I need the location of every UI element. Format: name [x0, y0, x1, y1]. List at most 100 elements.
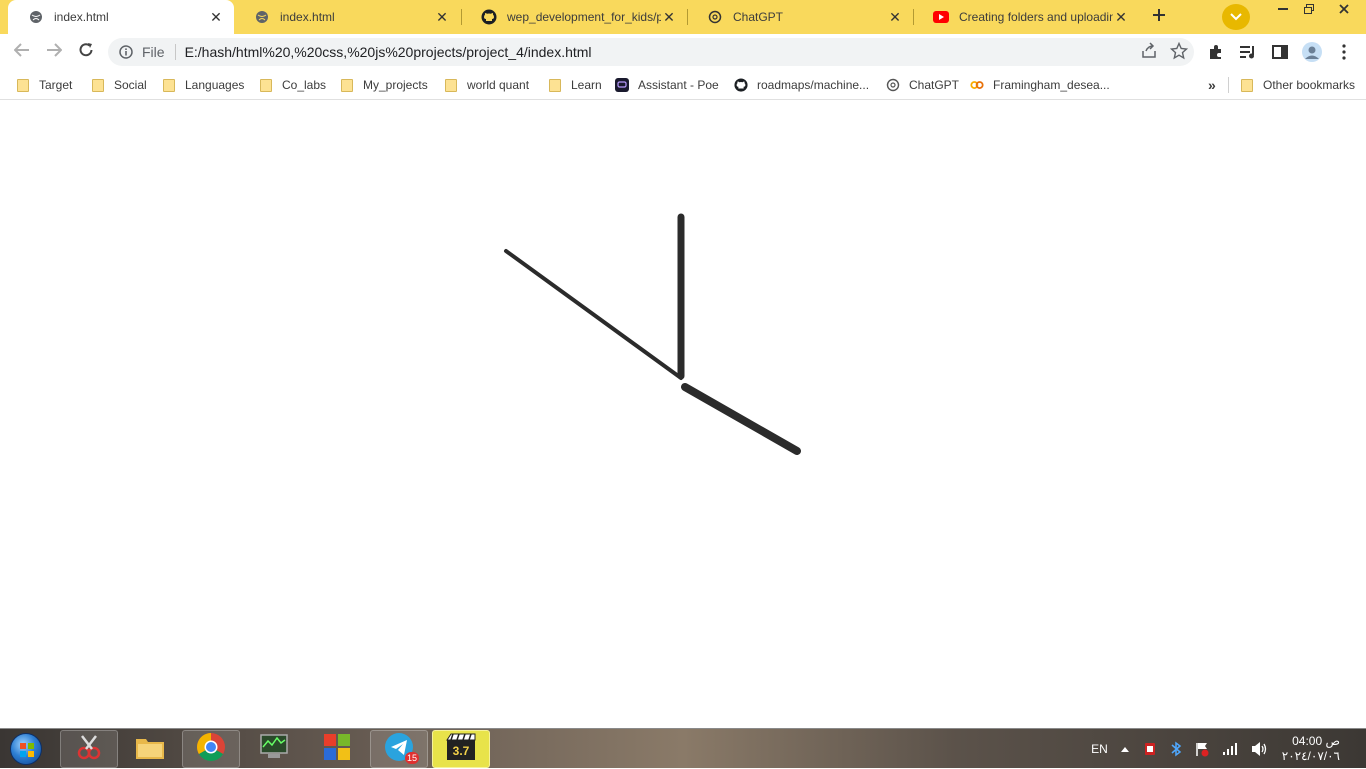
bookmark-folder-co-labs[interactable]: Co_labs	[259, 76, 326, 94]
close-icon[interactable]: ✕	[208, 9, 224, 25]
start-button[interactable]	[6, 731, 46, 767]
bookmark-label: Target	[39, 78, 73, 92]
reload-button[interactable]	[72, 38, 100, 66]
tab-strip: index.html ✕ index.html ✕ wep_developmen…	[0, 0, 1366, 34]
file-explorer-icon	[134, 733, 166, 766]
bookmarks-overflow-button[interactable]: »	[1208, 76, 1216, 94]
tab-github-repo[interactable]: wep_development_for_kids/pr ✕	[461, 0, 687, 34]
chevron-down-icon	[1230, 8, 1242, 26]
bookmarks-divider	[1228, 77, 1229, 93]
info-icon[interactable]	[110, 45, 142, 59]
folder-icon	[91, 78, 105, 92]
bookmark-label: Assistant - Poe	[638, 78, 719, 92]
page-content	[0, 101, 1366, 728]
language-indicator[interactable]: EN	[1091, 742, 1108, 756]
share-icon[interactable]	[1140, 42, 1158, 63]
network-signal-icon[interactable]	[1222, 742, 1238, 756]
show-hidden-icons-icon[interactable]	[1120, 745, 1130, 753]
poe-icon	[615, 78, 629, 92]
restore-button[interactable]	[1296, 0, 1322, 18]
plus-icon	[1152, 8, 1166, 27]
bookmark-label: Other bookmarks	[1263, 78, 1356, 92]
close-window-button[interactable]	[1322, 0, 1366, 18]
bookmark-roadmaps[interactable]: roadmaps/machine...	[734, 76, 869, 94]
bookmark-folder-learn[interactable]: Learn	[548, 76, 602, 94]
profile-avatar[interactable]	[1302, 42, 1322, 62]
bookmark-label: roadmaps/machine...	[757, 78, 870, 92]
bookmark-chatgpt[interactable]: ChatGPT	[886, 76, 959, 94]
address-bar[interactable]: File E:/hash/html%20,%20css,%20js%20proj…	[108, 38, 1194, 66]
forward-button[interactable]	[40, 38, 68, 66]
windows-logo-icon	[10, 733, 42, 765]
antivirus-icon[interactable]	[1142, 741, 1158, 757]
taskbar-media-player[interactable]: 3.7	[432, 730, 490, 768]
bookmarks-bar: Target Social Languages Co_labs My_proje…	[0, 70, 1366, 100]
clock-time: 04:00 ص	[1292, 734, 1340, 748]
tab-search-button[interactable]	[1222, 4, 1250, 30]
tab-title: Creating folders and uploadinc	[959, 10, 1113, 24]
folder-icon	[340, 78, 354, 92]
taskbar-office[interactable]	[308, 730, 366, 768]
openai-icon	[886, 78, 900, 92]
close-icon[interactable]: ✕	[1113, 9, 1129, 25]
taskbar-chrome[interactable]	[182, 730, 240, 768]
bookmark-label: ChatGPT	[909, 78, 960, 92]
close-icon[interactable]: ✕	[661, 9, 677, 25]
bookmark-star-icon[interactable]	[1169, 41, 1189, 63]
taskbar-file-explorer[interactable]	[121, 730, 179, 768]
more-options-icon[interactable]	[1334, 42, 1354, 62]
tab-index-html-active[interactable]: index.html ✕	[8, 0, 234, 34]
media-controls-icon[interactable]	[1238, 42, 1258, 62]
youtube-icon	[933, 9, 949, 25]
taskbar-telegram[interactable]: 15	[370, 730, 428, 768]
bookmark-label: Social	[114, 78, 147, 92]
bookmark-folder-languages[interactable]: Languages	[162, 76, 244, 94]
taskbar-system-monitor[interactable]	[245, 730, 303, 768]
media-player-icon: 3.7	[445, 732, 477, 767]
bluetooth-icon[interactable]	[1170, 741, 1182, 757]
bookmark-folder-world-quant[interactable]: world quant	[444, 76, 529, 94]
bookmark-label: Framingham_desea...	[993, 78, 1110, 92]
arrow-right-icon	[46, 42, 63, 62]
side-panel-icon[interactable]	[1270, 42, 1290, 62]
openai-icon	[707, 9, 723, 25]
reload-icon	[78, 42, 94, 63]
system-clock[interactable]: 04:00 ص ٢٠٢٤/٠٧/٠٦	[1282, 734, 1340, 764]
close-icon[interactable]: ✕	[887, 9, 903, 25]
globe-icon	[254, 9, 270, 25]
bookmark-poe[interactable]: Assistant - Poe	[615, 76, 719, 94]
volume-icon[interactable]	[1250, 741, 1268, 757]
folder-icon	[259, 78, 273, 92]
hour-hand	[681, 383, 801, 455]
bookmark-folder-target[interactable]: Target	[16, 76, 72, 94]
other-bookmarks-folder[interactable]: Other bookmarks	[1240, 76, 1355, 94]
tab-title: index.html	[280, 10, 335, 24]
github-icon	[481, 9, 497, 25]
back-button[interactable]	[8, 38, 36, 66]
bookmark-folder-my-projects[interactable]: My_projects	[340, 76, 428, 94]
minimize-button[interactable]	[1270, 0, 1296, 18]
folder-icon	[444, 78, 458, 92]
bookmark-framingham[interactable]: Framingham_desea...	[970, 76, 1110, 94]
tab-youtube[interactable]: Creating folders and uploadinc ✕	[913, 0, 1139, 34]
action-center-flag-icon[interactable]	[1194, 741, 1210, 757]
new-tab-button[interactable]	[1145, 4, 1173, 30]
folder-icon	[548, 78, 562, 92]
url-text[interactable]: E:/hash/html%20,%20css,%20js%20projects/…	[185, 44, 592, 60]
browser-toolbar: File E:/hash/html%20,%20css,%20js%20proj…	[0, 34, 1366, 70]
bookmark-label: Co_labs	[282, 78, 327, 92]
tab-chatgpt[interactable]: ChatGPT ✕	[687, 0, 913, 34]
omnibox-actions	[1140, 41, 1189, 63]
close-icon[interactable]: ✕	[434, 9, 450, 25]
bookmark-folder-social[interactable]: Social	[91, 76, 147, 94]
svg-text:3.7: 3.7	[453, 744, 470, 758]
tab-index-html[interactable]: index.html ✕	[234, 0, 460, 34]
taskbar-snipping-tool[interactable]	[60, 730, 118, 768]
extensions-icon[interactable]	[1206, 42, 1226, 62]
folder-icon	[16, 78, 30, 92]
tab-title: ChatGPT	[733, 10, 784, 24]
system-monitor-icon	[259, 733, 289, 766]
scheme-label: File	[142, 44, 176, 60]
bookmark-label: Learn	[571, 78, 602, 92]
snipping-tool-icon	[74, 732, 104, 767]
